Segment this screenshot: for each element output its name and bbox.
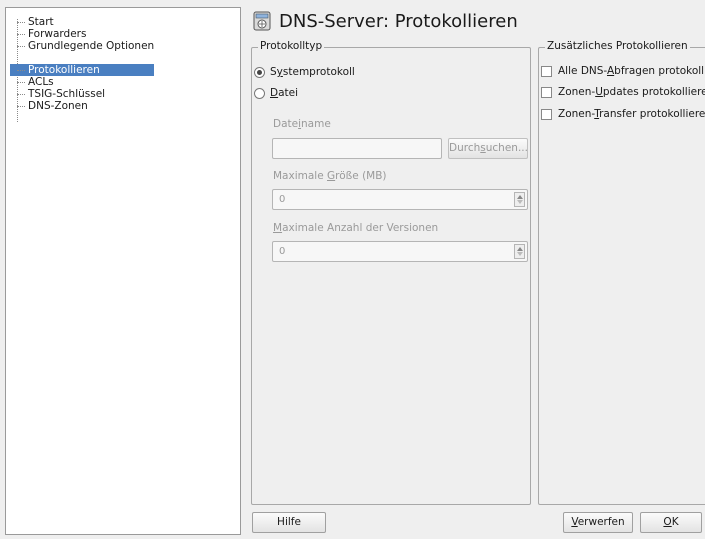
systemprotokoll-radio[interactable]: Systemprotokoll xyxy=(254,66,355,78)
browse-button[interactable]: Durchsuchen... xyxy=(448,138,528,159)
radio-indicator[interactable] xyxy=(254,66,265,78)
ok-button[interactable]: OK xyxy=(640,512,702,533)
tree-item-dns-zonen[interactable]: DNS-Zonen xyxy=(10,100,154,112)
datei-radio[interactable]: Datei xyxy=(254,87,298,99)
radio-label: Systemprotokoll xyxy=(270,66,355,78)
help-button[interactable]: Hilfe xyxy=(252,512,326,533)
tree-item-label: Forwarders xyxy=(28,28,87,40)
tree-item-label: Grundlegende Optionen xyxy=(28,40,155,52)
tree-item-label: TSIG-Schlüssel xyxy=(28,88,106,100)
dns-server-icon xyxy=(253,11,271,31)
tree-item-forwarders[interactable]: Forwarders xyxy=(10,28,154,40)
discard-button[interactable]: Verwerfen xyxy=(563,512,633,533)
group-title: Protokolltyp xyxy=(258,40,325,52)
tree-item-label: Start xyxy=(28,16,54,28)
tree-item-label: DNS-Zonen xyxy=(28,100,88,112)
spin-buttons[interactable] xyxy=(514,192,525,207)
tree-item-grundlegende-optionen[interactable]: Grundlegende Optionen xyxy=(10,40,154,52)
tree-item-label: ACLs xyxy=(28,76,54,88)
max-size-spinbox[interactable]: 0 xyxy=(272,189,528,210)
group-title: Zusätzliches Protokollieren xyxy=(545,40,690,52)
checkbox-label: Zonen-Transfer protokollieren xyxy=(558,108,705,120)
tree-item-label: Protokollieren xyxy=(28,64,100,76)
dateiname-input[interactable] xyxy=(272,138,442,159)
checkbox-indicator[interactable] xyxy=(541,65,552,77)
tree-item-acls[interactable]: ACLs xyxy=(10,76,154,88)
spin-buttons[interactable] xyxy=(514,244,525,259)
page-title: DNS-Server: Protokollieren xyxy=(279,10,518,32)
spinbox-value: 0 xyxy=(279,194,286,205)
radio-label: Datei xyxy=(270,87,299,99)
checkbox-indicator[interactable] xyxy=(541,86,552,98)
checkbox-alle-dns-abfragen[interactable]: Alle DNS-Abfragen protokollie xyxy=(541,65,705,77)
tree-item-tsig-schluessel[interactable]: TSIG-Schlüssel xyxy=(10,88,154,100)
navigation-tree: Start Forwarders Grundlegende Optionen P… xyxy=(5,7,241,535)
max-versions-spinbox[interactable]: 0 xyxy=(272,241,528,262)
page-header: DNS-Server: Protokollieren xyxy=(251,8,518,34)
dateiname-label: Dateiname xyxy=(273,118,331,130)
checkbox-zonen-transfer[interactable]: Zonen-Transfer protokollieren xyxy=(541,108,705,120)
protokolltyp-group: Protokolltyp xyxy=(251,40,531,505)
max-versions-label: Maximale Anzahl der Versionen xyxy=(273,222,439,234)
max-size-label: Maximale Größe (MB) xyxy=(273,170,387,182)
radio-indicator[interactable] xyxy=(254,87,265,99)
checkbox-indicator[interactable] xyxy=(541,108,552,120)
checkbox-label: Zonen-Updates protokollieren xyxy=(558,86,705,98)
checkbox-zonen-updates[interactable]: Zonen-Updates protokollieren xyxy=(541,86,705,98)
checkbox-label: Alle DNS-Abfragen protokollie xyxy=(558,65,705,77)
spinbox-value: 0 xyxy=(279,246,286,257)
tree-item-start[interactable]: Start xyxy=(10,16,154,28)
tree-item-protokollieren[interactable]: Protokollieren xyxy=(10,64,154,76)
